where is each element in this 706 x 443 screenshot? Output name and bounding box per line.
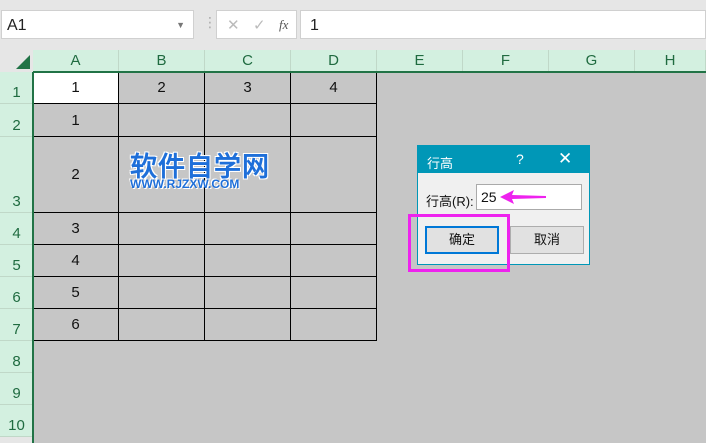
cancel-button[interactable]: 取消 bbox=[510, 226, 584, 254]
row-header-1[interactable]: 1 bbox=[0, 72, 33, 104]
formula-buttons: ✕ ✓ fx bbox=[216, 10, 297, 39]
row-header-10[interactable]: 10 bbox=[0, 405, 33, 437]
dialog-titlebar[interactable]: 行高 ? ✕ bbox=[418, 146, 589, 173]
cell[interactable]: 3 bbox=[205, 72, 291, 104]
cell[interactable] bbox=[205, 104, 291, 137]
cell[interactable]: 2 bbox=[119, 72, 205, 104]
cell[interactable] bbox=[119, 213, 205, 245]
cell[interactable]: 6 bbox=[33, 309, 119, 341]
cell[interactable]: 4 bbox=[33, 245, 119, 277]
watermark-url: WWW.RJZXW.COM bbox=[130, 177, 240, 191]
cell[interactable]: 2 bbox=[33, 137, 119, 213]
chevron-down-icon[interactable]: ▼ bbox=[176, 20, 185, 30]
selection-border bbox=[32, 72, 34, 443]
cell[interactable] bbox=[119, 277, 205, 309]
cell[interactable]: 3 bbox=[33, 213, 119, 245]
column-header-a[interactable]: A bbox=[33, 50, 119, 72]
cell[interactable]: 1 bbox=[33, 72, 119, 104]
cell[interactable]: 5 bbox=[33, 277, 119, 309]
cell[interactable] bbox=[291, 309, 377, 341]
column-header-h[interactable]: H bbox=[635, 50, 706, 72]
row-header-2[interactable]: 2 bbox=[0, 104, 33, 137]
row-header-3[interactable]: 3 bbox=[0, 137, 33, 213]
column-header-f[interactable]: F bbox=[463, 50, 549, 72]
highlight-box bbox=[408, 214, 510, 272]
cell[interactable] bbox=[291, 213, 377, 245]
close-icon[interactable]: ✕ bbox=[558, 149, 572, 169]
dialog-title: 行高 bbox=[427, 156, 454, 171]
name-box[interactable]: A1 ▼ bbox=[1, 10, 194, 39]
cell[interactable] bbox=[291, 277, 377, 309]
row-height-label: 行高(R): bbox=[426, 194, 474, 209]
help-icon[interactable]: ? bbox=[516, 151, 524, 167]
cell[interactable]: 1 bbox=[33, 104, 119, 137]
cell[interactable]: 4 bbox=[291, 72, 377, 104]
column-header-c[interactable]: C bbox=[205, 50, 291, 72]
cell[interactable] bbox=[205, 245, 291, 277]
row-header-9[interactable]: 9 bbox=[0, 373, 33, 405]
cell[interactable] bbox=[291, 137, 377, 213]
enter-icon[interactable]: ✓ bbox=[253, 16, 266, 34]
column-header-e[interactable]: E bbox=[377, 50, 463, 72]
column-header-b[interactable]: B bbox=[119, 50, 205, 72]
select-all-button[interactable] bbox=[0, 50, 33, 72]
cell[interactable] bbox=[291, 245, 377, 277]
cell[interactable] bbox=[119, 309, 205, 341]
row-header-8[interactable]: 8 bbox=[0, 341, 33, 373]
cell[interactable] bbox=[119, 245, 205, 277]
column-header-d[interactable]: D bbox=[291, 50, 377, 72]
drag-handle[interactable]: ⋮ bbox=[203, 14, 217, 31]
arrow-annotation-icon bbox=[500, 190, 546, 204]
cell[interactable] bbox=[205, 213, 291, 245]
formula-input[interactable]: 1 bbox=[300, 10, 706, 39]
selection-border bbox=[33, 71, 706, 73]
cancel-icon[interactable]: ✕ bbox=[227, 16, 240, 34]
row-header-7[interactable]: 7 bbox=[0, 309, 33, 341]
column-header-g[interactable]: G bbox=[549, 50, 635, 72]
row-header-4[interactable]: 4 bbox=[0, 213, 33, 245]
insert-function-icon[interactable]: fx bbox=[279, 17, 288, 33]
cell[interactable] bbox=[205, 277, 291, 309]
name-box-value: A1 bbox=[7, 17, 27, 34]
cell[interactable] bbox=[291, 104, 377, 137]
row-header-5[interactable]: 5 bbox=[0, 245, 33, 277]
cell[interactable] bbox=[205, 309, 291, 341]
cell[interactable] bbox=[119, 104, 205, 137]
row-header-6[interactable]: 6 bbox=[0, 277, 33, 309]
